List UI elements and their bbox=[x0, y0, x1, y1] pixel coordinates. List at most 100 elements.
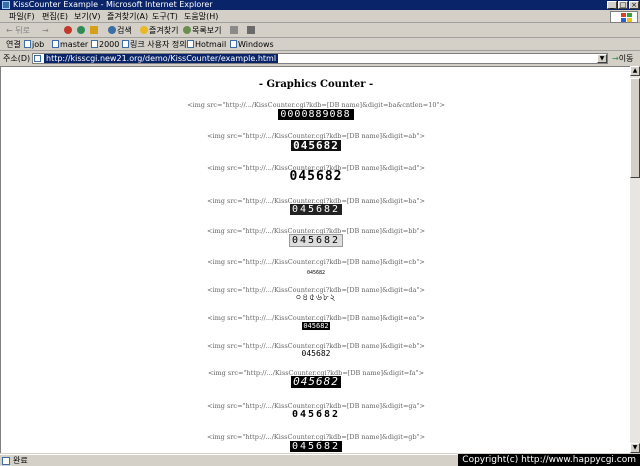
counter-image: 045682 bbox=[1, 169, 630, 184]
counter-image: 045682 bbox=[1, 321, 630, 331]
address-dropdown-button[interactable]: ▼ bbox=[597, 54, 607, 63]
back-button[interactable]: ← 뒤로 bbox=[6, 26, 30, 36]
favorites-button[interactable]: 즐겨찾기 bbox=[140, 26, 178, 36]
refresh-icon bbox=[77, 26, 85, 34]
toolbar: ← 뒤로 → 검색 즐겨찾기 목록보기 bbox=[0, 24, 640, 38]
counter-image: 0000889088 bbox=[1, 109, 630, 120]
example-code: <img src="http://.../KissCounter.cgi?kdb… bbox=[206, 433, 426, 441]
close-button[interactable]: × bbox=[629, 1, 639, 9]
counter-digits: 045682 bbox=[289, 204, 343, 215]
maximize-button[interactable]: □ bbox=[618, 1, 628, 9]
title-bar: KissCounter Example - Microsoft Internet… bbox=[0, 0, 640, 10]
counter-image: 045682 bbox=[1, 204, 630, 215]
menu-edit[interactable]: 편집(E) bbox=[42, 12, 68, 22]
history-label: 목록보기 bbox=[192, 26, 222, 35]
address-bar: 주소(D) http://kisscgi.new21.org/demo/Kiss… bbox=[0, 52, 640, 65]
stop-icon bbox=[64, 26, 72, 34]
go-label: 이동 bbox=[618, 54, 634, 63]
link-windows[interactable]: Windows bbox=[230, 40, 274, 50]
counter-image: 045682 bbox=[1, 140, 630, 152]
search-button[interactable]: 검색 bbox=[108, 26, 132, 36]
counter-image: 045682 bbox=[1, 441, 630, 452]
counter-image: 045682 bbox=[1, 409, 630, 420]
counter-digits: 045682 bbox=[301, 349, 331, 358]
ie-logo-icon bbox=[2, 1, 10, 9]
menu-tools[interactable]: 도구(T) bbox=[152, 12, 178, 22]
forward-button[interactable]: → bbox=[42, 26, 49, 36]
scroll-thumb[interactable] bbox=[630, 78, 640, 178]
links-label: 연결 bbox=[6, 40, 21, 49]
mail-icon bbox=[230, 26, 238, 34]
counter-digits: 045682 bbox=[289, 441, 343, 452]
example-code: <img src="http://.../KissCounter.cgi?kdb… bbox=[207, 258, 425, 266]
page-content: - Graphics Counter - <img src="http://..… bbox=[0, 66, 630, 453]
link-master[interactable]: master bbox=[52, 40, 88, 50]
page-done-icon bbox=[2, 457, 10, 465]
link-hotmail[interactable]: Hotmail bbox=[187, 40, 226, 50]
scroll-down-button[interactable]: ▼ bbox=[630, 443, 640, 453]
windows-flag-icon bbox=[610, 11, 638, 23]
counter-digits: 045682 bbox=[302, 322, 330, 330]
link-2000[interactable]: 2000 bbox=[91, 40, 119, 50]
counter-image: 045682 bbox=[1, 376, 630, 388]
counter-image: 045682 bbox=[1, 267, 630, 277]
refresh-button[interactable] bbox=[77, 26, 86, 36]
link-label: 링크 사용자 정의 bbox=[130, 40, 187, 49]
search-icon bbox=[108, 26, 116, 34]
page-icon bbox=[24, 40, 31, 48]
print-button[interactable] bbox=[247, 26, 256, 36]
counter-digits: 045682 bbox=[289, 169, 343, 184]
window-title: KissCounter Example - Microsoft Internet… bbox=[13, 0, 213, 9]
history-button[interactable]: 목록보기 bbox=[183, 26, 221, 36]
history-icon bbox=[183, 26, 191, 34]
counter-digits: 045682 bbox=[291, 375, 341, 388]
scroll-up-button[interactable]: ▲ bbox=[630, 66, 640, 76]
page-icon bbox=[122, 40, 129, 48]
link-label: Hotmail bbox=[195, 40, 227, 49]
links-bar: 연결 job master 2000 링크 사용자 정의 Hotmail Win… bbox=[0, 39, 640, 51]
counter-image: 045682 bbox=[1, 349, 630, 359]
counter-digits: 045682 bbox=[291, 139, 341, 152]
stop-button[interactable] bbox=[64, 26, 73, 36]
minimize-button[interactable]: _ bbox=[607, 1, 617, 9]
home-button[interactable] bbox=[90, 26, 99, 36]
search-label: 검색 bbox=[117, 26, 132, 35]
link-label: master bbox=[60, 40, 89, 49]
counter-digits: 045682 bbox=[288, 234, 344, 247]
menu-help[interactable]: 도움말(H) bbox=[184, 12, 218, 22]
menu-favorites[interactable]: 즐겨찾기(A) bbox=[107, 12, 148, 22]
page-icon bbox=[187, 40, 194, 48]
go-button[interactable]: →이동 bbox=[612, 54, 633, 64]
address-input[interactable]: http://kisscgi.new21.org/demo/KissCounte… bbox=[32, 53, 608, 64]
link-label: Windows bbox=[238, 40, 274, 49]
mail-button[interactable] bbox=[230, 26, 239, 36]
page-icon bbox=[230, 40, 237, 48]
page-icon bbox=[91, 40, 98, 48]
counter-image: ০৪৫৬৮২ bbox=[1, 293, 630, 303]
address-label: 주소(D) bbox=[3, 54, 31, 63]
menu-file[interactable]: 파일(F) bbox=[9, 12, 35, 22]
counter-digits: 045682 bbox=[306, 270, 326, 276]
link-label: 2000 bbox=[99, 40, 120, 49]
print-icon bbox=[247, 26, 255, 34]
example-code: <img src="http://.../KissCounter.cgi?kdb… bbox=[187, 101, 445, 109]
page-icon bbox=[34, 55, 41, 62]
page-icon bbox=[52, 40, 59, 48]
vertical-scrollbar[interactable]: ▲ ▼ bbox=[630, 66, 640, 453]
favorites-label: 즐겨찾기 bbox=[149, 26, 179, 35]
menu-bar: 파일(F) 편집(E) 보기(V) 즐겨찾기(A) 도구(T) 도움말(H) bbox=[0, 11, 640, 23]
menu-view[interactable]: 보기(V) bbox=[74, 12, 100, 22]
copyright-watermark: Copyright(c) http://www.happycgi.com bbox=[458, 454, 640, 466]
go-arrow-icon: → bbox=[612, 54, 619, 63]
counter-image: 045682 bbox=[1, 234, 630, 247]
link-customize[interactable]: 링크 사용자 정의 bbox=[122, 40, 187, 50]
counter-digits: 0000889088 bbox=[278, 109, 354, 120]
favorites-icon bbox=[140, 26, 148, 34]
counter-digits: ০৪৫৬৮২ bbox=[295, 293, 337, 303]
page-title: - Graphics Counter - bbox=[258, 79, 374, 90]
counter-digits: 045682 bbox=[291, 409, 341, 420]
address-url[interactable]: http://kisscgi.new21.org/demo/KissCounte… bbox=[44, 54, 279, 63]
link-job[interactable]: job bbox=[24, 40, 44, 50]
status-text: 완료 bbox=[13, 456, 28, 465]
link-label: job bbox=[32, 40, 45, 49]
